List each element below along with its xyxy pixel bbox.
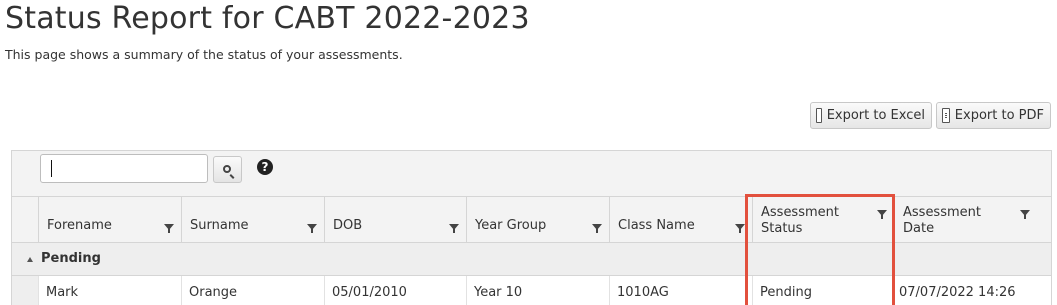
- pdf-file-icon: [942, 108, 950, 123]
- cell-dob: 05/01/2010: [324, 276, 466, 305]
- group-label: Pending: [41, 251, 101, 266]
- grid-toolbar: ?: [12, 151, 1051, 197]
- cell-forename: Mark: [38, 276, 181, 305]
- export-pdf-button[interactable]: Export to PDF: [936, 102, 1051, 129]
- filter-icon[interactable]: [592, 224, 602, 233]
- excel-file-icon: [816, 108, 822, 123]
- group-row-pending: Pending: [12, 243, 1051, 276]
- text-caret: [51, 160, 52, 177]
- group-indent-cell: [12, 276, 38, 305]
- column-header-year-group[interactable]: Year Group: [466, 197, 609, 243]
- help-icon[interactable]: ?: [257, 159, 273, 175]
- column-header-class-name[interactable]: Class Name: [609, 197, 752, 243]
- column-header-label: Forename: [47, 218, 112, 233]
- column-header-label: Year Group: [475, 218, 547, 233]
- search-icon: [223, 165, 231, 173]
- cell-assessment-date: 07/07/2022 14:26: [894, 276, 1051, 305]
- status-grid: ? Forename Surname DOB Year Group Class …: [11, 150, 1052, 305]
- column-header-label: DOB: [333, 218, 363, 233]
- cell-class-name: 1010AG: [609, 276, 752, 305]
- column-header-forename[interactable]: Forename: [38, 197, 181, 243]
- filter-icon[interactable]: [307, 224, 317, 233]
- column-header-label: Class Name: [618, 218, 695, 233]
- filter-icon[interactable]: [1020, 210, 1030, 219]
- filter-icon[interactable]: [164, 224, 174, 233]
- cell-text: Mark: [46, 285, 79, 300]
- cell-text: Orange: [189, 285, 238, 300]
- column-header-assessment-status[interactable]: Assessment Status: [752, 197, 894, 243]
- cell-text: 07/07/2022 14:26: [899, 285, 1016, 300]
- cell-surname: Orange: [181, 276, 324, 305]
- cell-assessment-status: Pending: [752, 276, 894, 305]
- cell-year-group: Year 10: [466, 276, 609, 305]
- export-excel-button[interactable]: Export to Excel: [810, 102, 932, 129]
- column-header-label: Assessment Date: [903, 205, 981, 236]
- cell-text: Pending: [760, 285, 812, 300]
- column-header-label: Surname: [190, 218, 249, 233]
- export-excel-label: Export to Excel: [826, 108, 925, 123]
- column-header-surname[interactable]: Surname: [181, 197, 324, 243]
- page-title: Status Report for CABT 2022-2023: [5, 1, 530, 36]
- collapse-triangle-icon[interactable]: [27, 257, 33, 262]
- table-row[interactable]: Mark Orange 05/01/2010 Year 10 1010AG Pe…: [12, 276, 1051, 305]
- cell-text: Year 10: [474, 285, 523, 300]
- page-subtitle: This page shows a summary of the status …: [5, 47, 403, 62]
- cell-text: 1010AG: [617, 285, 669, 300]
- search-input[interactable]: [40, 154, 208, 183]
- column-header-row: Forename Surname DOB Year Group Class Na…: [12, 197, 1051, 243]
- filter-icon[interactable]: [735, 224, 745, 233]
- column-header-assessment-date[interactable]: Assessment Date: [894, 197, 1037, 243]
- column-header-label: Assessment Status: [761, 205, 839, 236]
- column-header-dob[interactable]: DOB: [324, 197, 466, 243]
- export-pdf-label: Export to PDF: [954, 108, 1044, 123]
- filter-icon[interactable]: [877, 210, 887, 219]
- cell-text: 05/01/2010: [332, 285, 407, 300]
- filter-icon[interactable]: [449, 224, 459, 233]
- search-button[interactable]: [213, 156, 242, 183]
